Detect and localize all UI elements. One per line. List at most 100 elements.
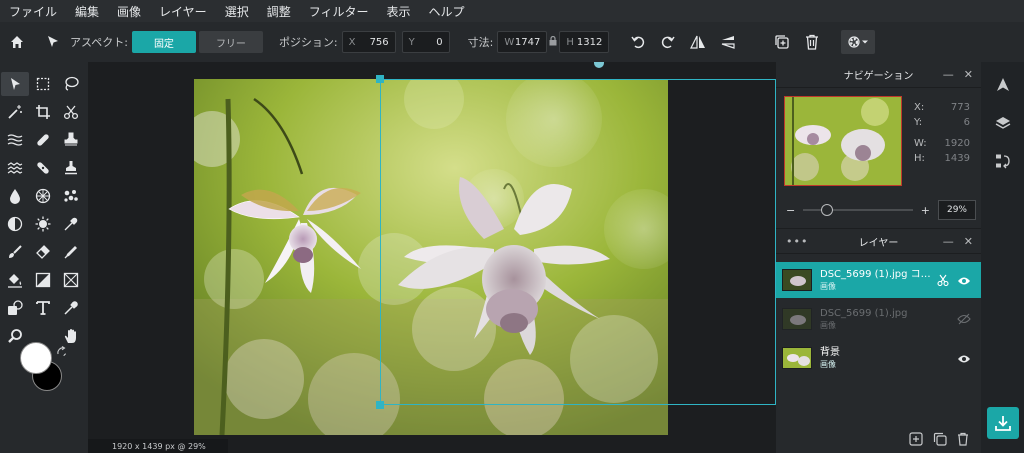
menu-filter[interactable]: フィルター [300,3,378,20]
trash-icon[interactable] [797,27,827,57]
shapes-tool-icon[interactable] [1,296,29,320]
menu-view[interactable]: 表示 [377,3,419,20]
navigator-header: ナビゲーション — ✕ [776,62,981,88]
layer-type: 画像 [820,359,836,369]
aspect-label: アスペクト: [70,36,128,49]
pencil-tool-icon[interactable] [57,240,85,264]
eraser-tool-icon[interactable] [29,240,57,264]
nav-h-key: H: [914,153,925,164]
navigator-panel-icon[interactable] [981,66,1024,104]
navigator-title: ナビゲーション [843,71,914,82]
navigator-coordinates: X: 773 Y: 6 W: 1920 H: 1439 [914,100,970,166]
shape-tool-icon[interactable] [57,268,85,292]
move-tool-icon[interactable] [1,72,29,96]
dodge-tool-icon[interactable] [1,212,29,236]
add-layer-icon[interactable] [909,431,923,450]
cut-tool-icon[interactable] [57,100,85,124]
size-label: 寸法: [467,36,494,49]
lock-icon[interactable] [547,35,559,49]
navigator-thumbnail[interactable] [784,96,902,186]
move-tool-icon[interactable] [38,27,68,57]
blur-tool-icon[interactable] [1,184,29,208]
height-field[interactable]: H 1312 [559,31,610,53]
rotate-left-icon[interactable] [623,27,653,57]
menu-file[interactable]: ファイル [0,3,66,20]
duplicate-layer-icon[interactable] [933,431,947,450]
bandage-tool-icon[interactable] [29,156,57,180]
history-panel-icon[interactable] [981,142,1024,180]
settings-button[interactable] [841,30,876,54]
h-key: H [566,36,574,48]
stamp-tool-icon[interactable] [57,128,85,152]
position-y-field[interactable]: Y 0 [401,31,450,53]
wave-tool-icon[interactable] [1,156,29,180]
menu-image[interactable]: 画像 [108,3,150,20]
canvas-area[interactable]: 1920 x 1439 px @ 29% [88,62,776,453]
crop-selection-box[interactable] [380,79,776,405]
more-options-icon[interactable]: ••• [786,235,808,248]
zoom-slider[interactable] [803,204,913,216]
position-x-field[interactable]: X 756 [341,31,396,53]
layers-title: レイヤー [858,237,899,249]
clip-icon[interactable] [937,271,949,290]
layer-item[interactable]: DSC_5699 (1).jpg 画像 [776,301,981,337]
crop-handle-top[interactable] [594,62,604,68]
close-icon[interactable]: ✕ [964,235,973,248]
eyedropper-tool-icon[interactable] [57,212,85,236]
delete-layer-icon[interactable] [957,431,969,450]
zoom-value-field[interactable]: 29% [938,200,976,220]
layer-thumbnail [782,347,812,369]
crop-handle-bottom-left[interactable] [376,401,384,409]
marquee-tool-icon[interactable] [29,72,57,96]
layers-panel-icon[interactable] [981,104,1024,142]
nav-w-value: 1920 [944,138,970,149]
clone-stamp-tool-icon[interactable] [57,156,85,180]
sharpen-tool-icon[interactable] [29,212,57,236]
foreground-color-swatch[interactable] [20,342,52,374]
flip-vertical-icon[interactable] [713,27,743,57]
crop-tool-icon[interactable] [29,100,57,124]
visibility-eye-icon[interactable] [957,349,971,368]
download-button[interactable] [987,407,1019,439]
visibility-hidden-icon[interactable] [957,310,971,329]
zoom-out-icon[interactable]: − [786,204,795,217]
close-icon[interactable]: ✕ [964,68,973,81]
layer-item[interactable]: 背景 画像 [776,340,981,376]
menu-layer[interactable]: レイヤー [150,3,216,20]
options-toolbar: アスペクト: 固定 フリー ポジション: X 756 Y 0 寸法: W 174… [0,22,1024,62]
magic-wand-tool-icon[interactable] [1,100,29,124]
zoom-in-icon[interactable]: + [921,204,930,217]
layer-item[interactable]: DSC_5699 (1).jpg コ… 画像 [776,262,981,298]
menu-edit[interactable]: 編集 [66,3,108,20]
menu-help[interactable]: ヘルプ [420,3,474,20]
color-swatches [20,342,70,392]
minimize-icon[interactable]: — [943,68,954,81]
pattern-tool-icon[interactable] [57,184,85,208]
visibility-eye-icon[interactable] [957,271,971,290]
brush-tool-icon[interactable] [1,240,29,264]
crop-handle-top-left[interactable] [376,75,384,83]
duplicate-icon[interactable] [767,27,797,57]
minimize-icon[interactable]: — [943,235,954,248]
nav-h-value: 1439 [944,153,970,164]
nav-y-value: 6 [963,117,970,128]
color-picker-tool-icon[interactable] [57,296,85,320]
gradient-tool-icon[interactable] [29,268,57,292]
flip-horizontal-icon[interactable] [683,27,713,57]
aspect-fixed-button[interactable]: 固定 [131,31,196,53]
swap-colors-icon[interactable] [56,343,68,362]
healing-tool-icon[interactable] [29,128,57,152]
sponge-tool-icon[interactable] [29,184,57,208]
width-field[interactable]: W 1747 [497,31,548,53]
fill-tool-icon[interactable] [1,268,29,292]
lasso-tool-icon[interactable] [57,72,85,96]
liquify-tool-icon[interactable] [1,128,29,152]
text-tool-icon[interactable] [29,296,57,320]
menu-select[interactable]: 選択 [216,3,258,20]
rotate-right-icon[interactable] [653,27,683,57]
menu-adjust[interactable]: 調整 [258,3,300,20]
home-icon[interactable] [2,27,32,57]
y-value: 0 [436,36,443,48]
zoom-slider-knob[interactable] [821,204,834,216]
aspect-free-button[interactable]: フリー [198,31,263,53]
